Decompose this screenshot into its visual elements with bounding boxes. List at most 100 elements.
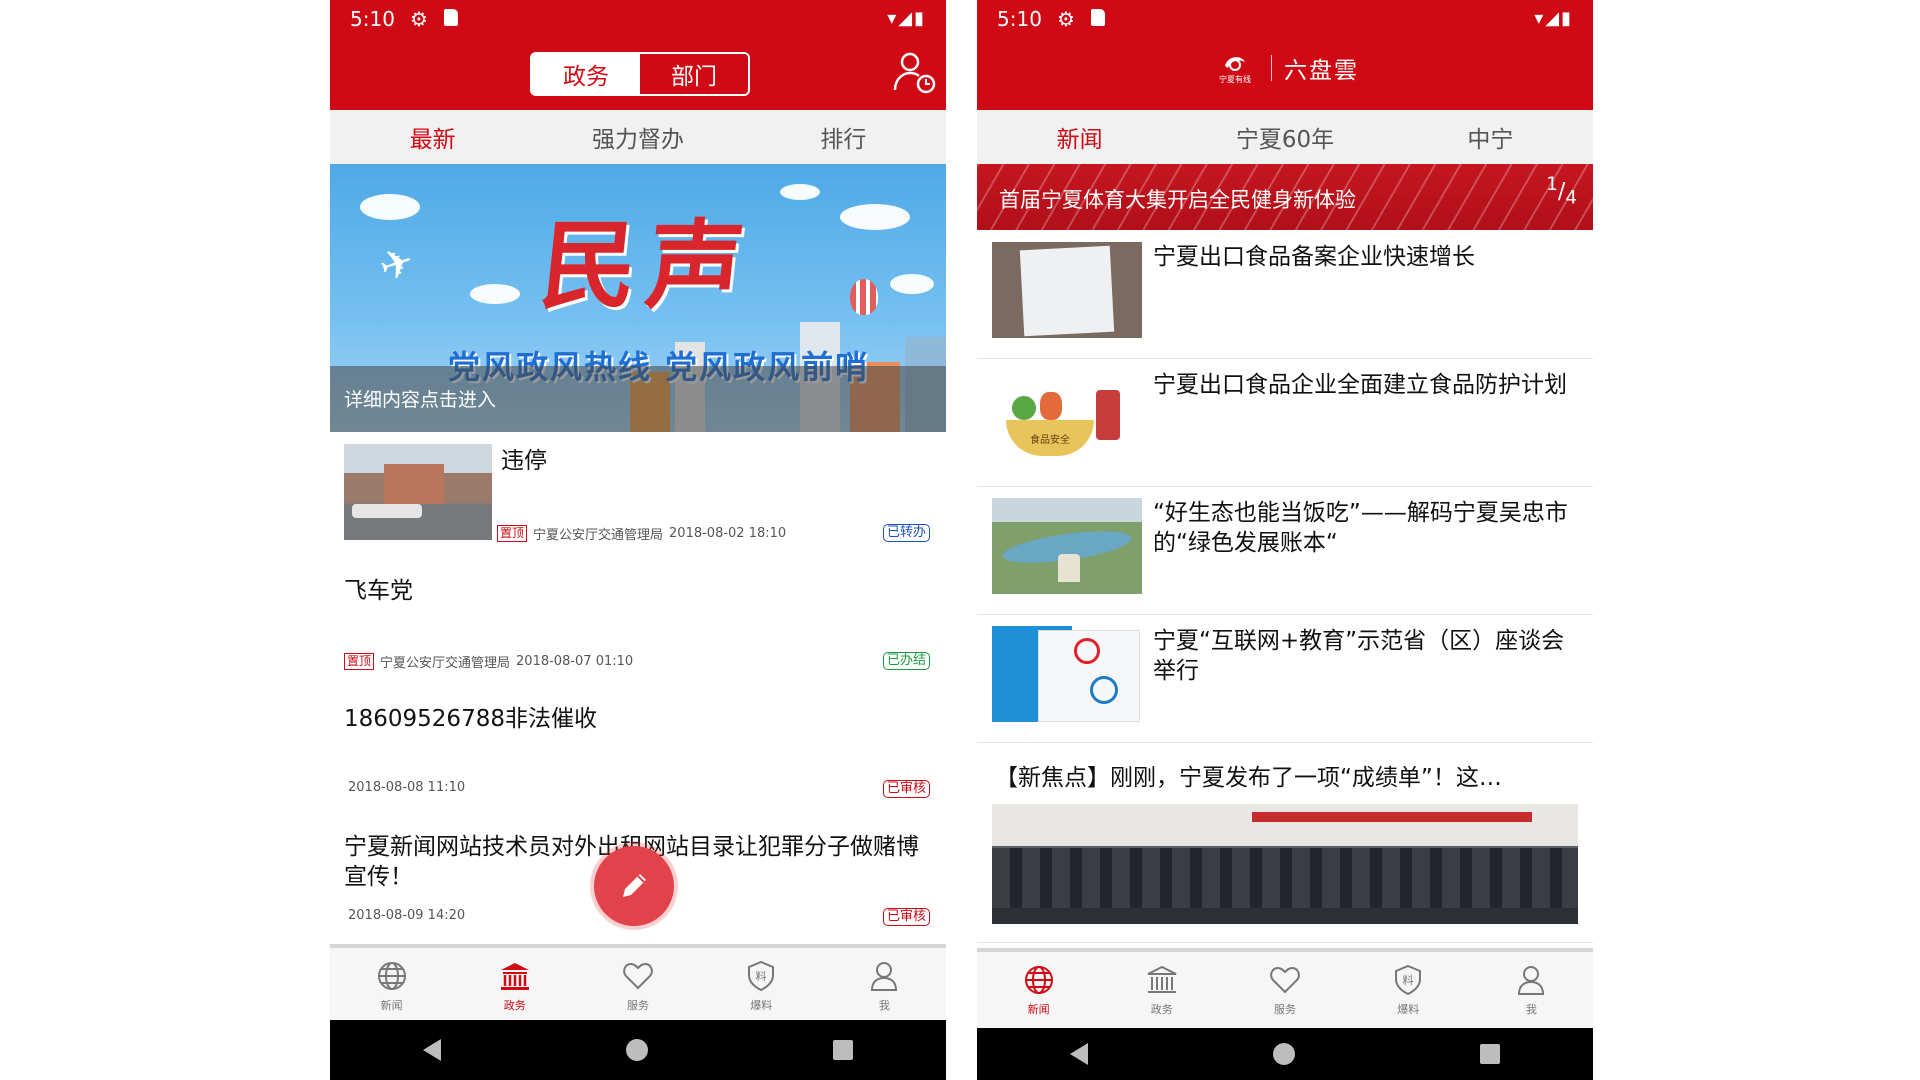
bank-building-icon: [500, 963, 529, 990]
wifi-battery-icons: ▾◢▮: [887, 8, 926, 29]
app-header: 5:10 ⚙ ▾◢▮ 政务 部门: [330, 0, 946, 110]
vegetable-shape: [1040, 392, 1062, 420]
app-header: 5:10 ⚙ ▾◢▮ 宁夏有线 六盘雲: [977, 0, 1593, 110]
nav-service[interactable]: 服务: [1223, 952, 1346, 1028]
svg-text:料: 料: [1403, 973, 1414, 987]
user-history-icon[interactable]: [892, 50, 936, 94]
nav-service[interactable]: 服务: [576, 948, 699, 1024]
item-source: 宁夏公安厅交通管理局: [533, 528, 664, 543]
audience-rows: [992, 848, 1578, 908]
nav-label: 我: [1525, 1003, 1537, 1016]
cloud-shape: [360, 194, 420, 220]
logo-text: 宁夏有线: [1219, 74, 1251, 84]
banner-headline: 民声: [535, 210, 759, 322]
tab-zhongning[interactable]: 中宁: [1388, 110, 1593, 164]
nav-label: 新闻: [1027, 1003, 1050, 1016]
status-time: 5:10: [997, 7, 1042, 31]
nav-news[interactable]: 新闻: [330, 948, 453, 1024]
status-badge: 已审核: [882, 908, 930, 926]
home-icon[interactable]: [1272, 1043, 1295, 1065]
top-tabs: 新闻 宁夏60年 中宁: [977, 110, 1593, 164]
nav-me[interactable]: 我: [1470, 952, 1593, 1028]
item-source: 宁夏公安厅交通管理局: [380, 656, 511, 671]
tab-supervise[interactable]: 强力督办: [535, 110, 740, 164]
item-title: 违停: [501, 448, 547, 474]
nav-label: 我: [878, 999, 890, 1012]
back-icon[interactable]: [422, 1039, 441, 1061]
brand-logo: 宁夏有线 六盘雲: [977, 50, 1593, 86]
home-icon[interactable]: [625, 1039, 648, 1061]
recent-apps-icon[interactable]: [1480, 1044, 1501, 1064]
back-icon[interactable]: [1069, 1043, 1088, 1065]
figure-shape: [1096, 390, 1120, 440]
segment-control: 政务 部门: [530, 52, 750, 96]
settings-status-icon: ⚙: [410, 7, 428, 31]
headline-carousel[interactable]: 首届宁夏体育大集开启全民健身新体验 1/4: [977, 164, 1593, 230]
recent-apps-icon[interactable]: [833, 1040, 854, 1060]
ningxia-cable-logo-icon: 宁夏有线: [1219, 57, 1251, 84]
news-item[interactable]: “好生态也能当饭吃”——解码宁夏吴忠市的“绿色发展账本“: [977, 486, 1593, 615]
news-feature[interactable]: 【新焦点】刚刚，宁夏发布了一项“成绩单”！这…: [977, 742, 1593, 943]
certificate-shape: [1019, 245, 1115, 337]
nav-me[interactable]: 我: [823, 948, 946, 1024]
nav-tipoff[interactable]: 料 爆料: [1347, 952, 1470, 1028]
carousel-title: 首届宁夏体育大集开启全民健身新体验: [999, 188, 1356, 212]
airplane-icon: ✈: [373, 237, 420, 293]
nav-label: 政务: [1150, 1003, 1173, 1016]
segment-bumen[interactable]: 部门: [640, 54, 748, 94]
news-item[interactable]: 食品安全 宁夏出口食品企业全面建立食品防护计划: [977, 358, 1593, 487]
brand-name: 六盘雲: [1284, 58, 1359, 84]
item-time: 2018-08-07 01:10: [516, 654, 634, 669]
top-tabs: 最新 强力督办 排行: [330, 110, 946, 164]
heart-icon: [623, 962, 653, 990]
item-title: 18609526788非法催收: [344, 706, 597, 732]
cloud-shape: [780, 184, 820, 200]
car-shape: [352, 504, 422, 518]
settings-status-icon: ⚙: [1057, 7, 1075, 31]
tab-ranking[interactable]: 排行: [741, 110, 946, 164]
person-icon: [871, 962, 898, 991]
wifi-battery-icons: ▾◢▮: [1534, 8, 1573, 29]
tab-news[interactable]: 新闻: [977, 110, 1182, 164]
page-total: 4: [1565, 187, 1577, 209]
tab-ningxia-60[interactable]: 宁夏60年: [1182, 110, 1387, 164]
nav-label: 服务: [1274, 1003, 1296, 1016]
building-shape: [384, 464, 444, 504]
nav-gov[interactable]: 政务: [453, 948, 576, 1024]
item-meta: 2018-08-08 11:10: [348, 780, 465, 795]
shield-icon: 料: [1395, 964, 1422, 996]
page-current: 1: [1546, 174, 1558, 195]
item-thumbnail: [992, 242, 1142, 338]
banner-image[interactable]: ✈ 民声 党风政风热线 党风政风前哨 详细内容点击进入: [330, 164, 946, 432]
nav-label: 爆料: [1397, 1003, 1420, 1016]
list-item[interactable]: 违停 置顶 宁夏公安厅交通管理局 2018-08-02 18:10 已转办: [330, 432, 946, 561]
tab-latest[interactable]: 最新: [330, 110, 535, 164]
pinned-tag: 置顶: [344, 653, 375, 670]
nav-label: 服务: [627, 999, 649, 1012]
globe-icon: [377, 962, 406, 990]
svg-text:料: 料: [756, 969, 767, 983]
mobile-logo-icon: [1090, 676, 1118, 704]
nav-tipoff[interactable]: 料 爆料: [700, 948, 823, 1024]
list-item[interactable]: 18609526788非法催收 2018-08-08 11:10 已审核: [330, 688, 946, 817]
bottom-nav: 新闻 政务 服务 料 爆料 我: [330, 944, 946, 1024]
status-badge: 已审核: [882, 780, 930, 798]
nav-gov[interactable]: 政务: [1100, 952, 1223, 1028]
banner-strip: [1252, 812, 1532, 822]
segment-zhengwu[interactable]: 政务: [532, 54, 640, 94]
right-phone-screen: 5:10 ⚙ ▾◢▮ 宁夏有线 六盘雲 新闻 宁夏60年 中宁 首届宁夏体育大集…: [977, 0, 1593, 1080]
list-item[interactable]: 飞车党 置顶 宁夏公安厅交通管理局 2018-08-07 01:10 已办结: [330, 560, 946, 689]
item-thumbnail: [992, 626, 1142, 722]
news-item[interactable]: 宁夏“互联网+教育”示范省（区）座谈会举行: [977, 614, 1593, 743]
compose-button[interactable]: [594, 846, 674, 926]
nav-label: 爆料: [750, 999, 773, 1012]
pinned-tag: 置顶: [497, 525, 528, 542]
news-item[interactable]: 宁夏出口食品备案企业快速增长: [977, 230, 1593, 359]
feature-image: [992, 804, 1578, 924]
item-thumbnail: [344, 444, 492, 540]
carousel-page-indicator: 1/4: [1546, 174, 1577, 209]
pencil-icon: [623, 874, 646, 897]
tower-shape: [1058, 554, 1080, 582]
heart-icon: [1270, 966, 1300, 994]
nav-news[interactable]: 新闻: [977, 952, 1100, 1028]
